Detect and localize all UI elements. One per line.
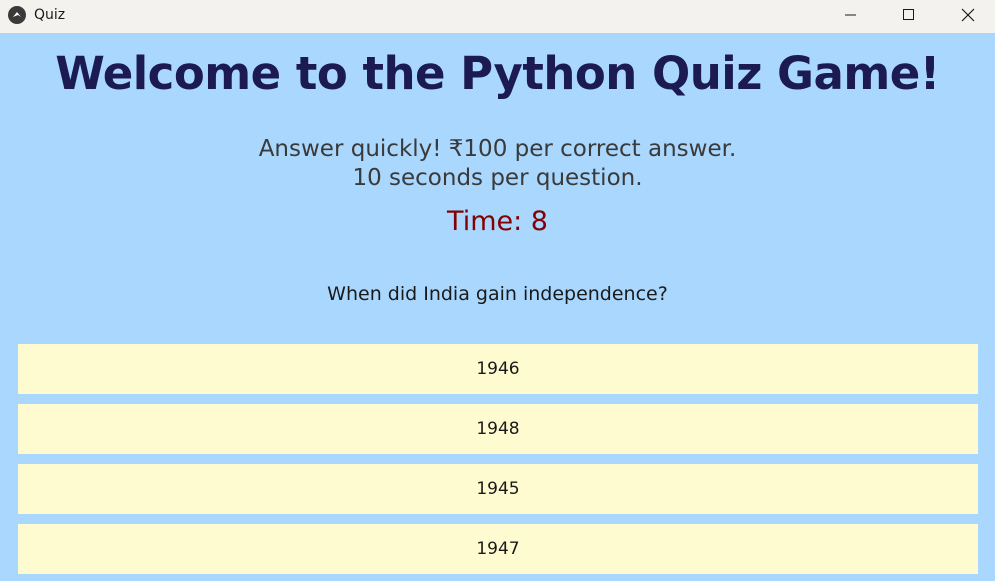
answer-option-button[interactable]: 1945 bbox=[18, 464, 978, 514]
close-icon bbox=[961, 8, 975, 22]
timer-label: Time: 8 bbox=[447, 206, 548, 237]
minimize-icon bbox=[845, 14, 856, 16]
answer-option-button[interactable]: 1947 bbox=[18, 524, 978, 574]
instructions-line-2: 10 seconds per question. bbox=[352, 165, 643, 191]
question-text: When did India gain independence? bbox=[327, 283, 668, 305]
minimize-button[interactable] bbox=[822, 0, 880, 30]
title-bar: Quiz bbox=[0, 0, 995, 33]
maximize-icon bbox=[903, 9, 914, 20]
window-title: Quiz bbox=[34, 7, 66, 23]
answer-option-button[interactable]: 1948 bbox=[18, 404, 978, 454]
close-button[interactable] bbox=[939, 0, 995, 30]
instructions-line-1: Answer quickly! ₹100 per correct answer. bbox=[258, 136, 737, 162]
answer-option-button[interactable]: 1946 bbox=[18, 344, 978, 394]
page-title: Welcome to the Python Quiz Game! bbox=[55, 47, 940, 100]
maximize-button[interactable] bbox=[880, 0, 938, 30]
quiz-screen: Welcome to the Python Quiz Game! Answer … bbox=[0, 33, 995, 581]
kivy-icon bbox=[8, 6, 26, 24]
